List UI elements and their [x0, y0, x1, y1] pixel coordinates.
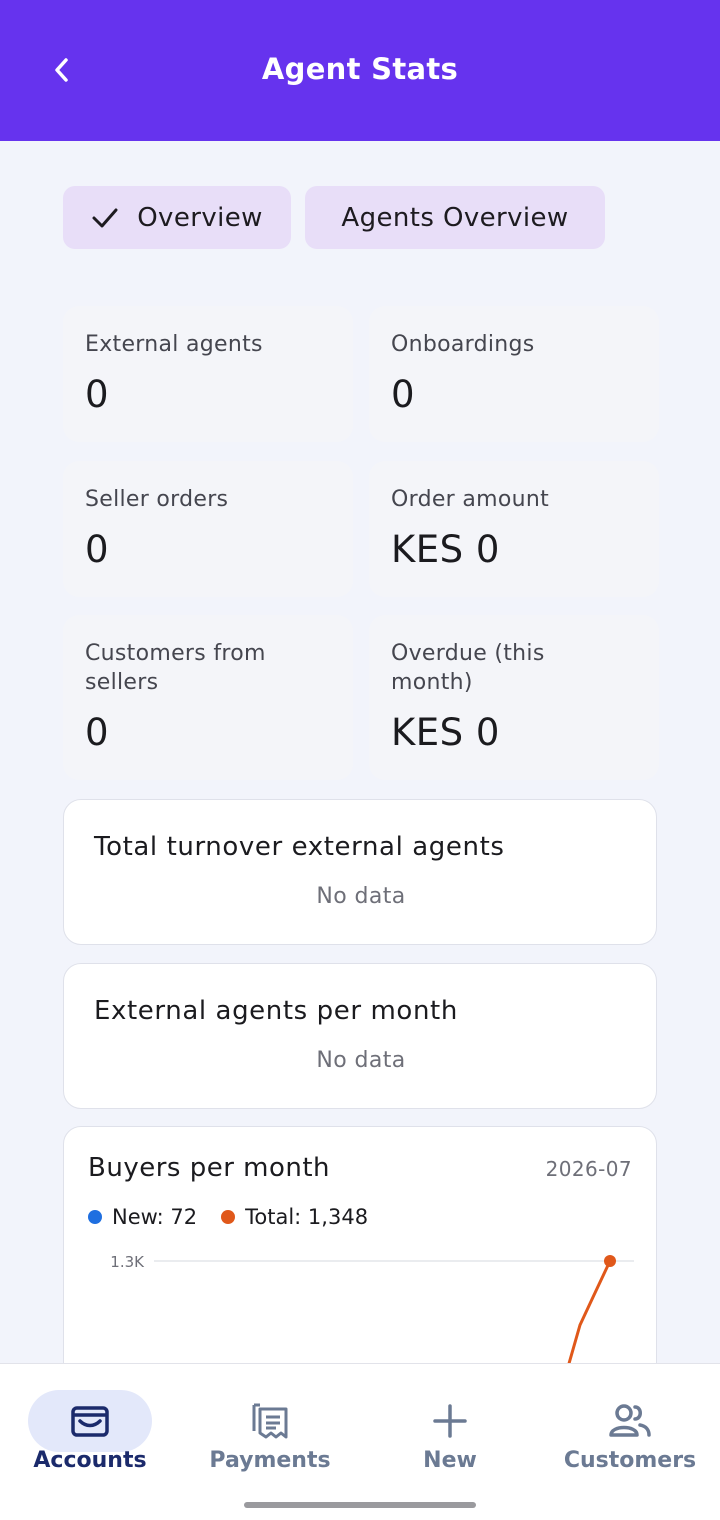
- stat-value: 0: [85, 711, 110, 754]
- page-title: Agent Stats: [261, 52, 459, 86]
- series-line-total: [566, 1259, 612, 1369]
- legend-new-label: New: 72: [112, 1205, 198, 1229]
- top-app-bar: Agent Stats: [0, 0, 720, 141]
- tab-overview[interactable]: Overview: [63, 186, 291, 249]
- stat-card-customers-from-sellers: Customers from sellers 0: [63, 615, 353, 780]
- plus-icon: [433, 1404, 467, 1438]
- stat-card-onboardings: Onboardings 0: [369, 306, 659, 442]
- nav-accounts[interactable]: Accounts: [0, 1364, 180, 1494]
- chart-period: 2026-07: [545, 1157, 632, 1181]
- wallet-icon: [71, 1406, 109, 1437]
- stat-value: 0: [391, 373, 416, 416]
- nav-icon-container: [568, 1390, 692, 1452]
- nav-new[interactable]: New: [360, 1364, 540, 1494]
- legend-item-new: New: 72: [88, 1205, 197, 1229]
- chart-title: Buyers per month: [88, 1153, 331, 1183]
- stat-label: Onboardings: [391, 332, 535, 357]
- legend-item-total: Total: 1,348: [221, 1205, 368, 1229]
- check-icon: [91, 207, 119, 229]
- legend-total-label: Total: 1,348: [245, 1205, 369, 1229]
- stat-card-seller-orders: Seller orders 0: [63, 461, 353, 597]
- stat-value: 0: [85, 528, 110, 571]
- turnover-card: Total turnover external agents No data: [63, 799, 657, 945]
- stat-card-overdue: Overdue (this month) KES 0: [369, 615, 659, 780]
- card-title: Total turnover external agents: [94, 832, 505, 862]
- no-data-text: No data: [316, 884, 406, 909]
- card-title: External agents per month: [94, 996, 458, 1026]
- nav-customers[interactable]: Customers: [540, 1364, 720, 1494]
- tab-agents-overview-label: Agents Overview: [341, 202, 569, 233]
- nav-icon-container: [208, 1390, 332, 1452]
- no-data-text: No data: [316, 1048, 406, 1073]
- home-indicator[interactable]: [244, 1502, 476, 1508]
- data-point-total: [604, 1255, 616, 1267]
- nav-payments-label: Payments: [209, 1448, 331, 1473]
- stat-value: 0: [85, 373, 110, 416]
- tab-agents-overview[interactable]: Agents Overview: [305, 186, 605, 249]
- nav-new-label: New: [423, 1448, 477, 1473]
- people-icon: [609, 1404, 651, 1437]
- bottom-navigation: Accounts Payments New Customers: [0, 1363, 720, 1520]
- stat-label: External agents: [85, 332, 263, 357]
- stat-label: Seller orders: [85, 487, 229, 512]
- stat-label: Customers from sellers: [85, 641, 266, 695]
- chart-legend: New: 72 Total: 1,348: [88, 1205, 392, 1229]
- stat-card-external-agents: External agents 0: [63, 306, 353, 442]
- stat-label: Overdue (this month): [391, 641, 545, 695]
- nav-payments[interactable]: Payments: [180, 1364, 360, 1494]
- stat-card-order-amount: Order amount KES 0: [369, 461, 659, 597]
- nav-indicator: [28, 1390, 152, 1452]
- receipt-icon: [252, 1403, 288, 1439]
- stat-value: KES 0: [391, 711, 500, 754]
- tab-overview-label: Overview: [137, 202, 263, 233]
- nav-icon-container: [388, 1390, 512, 1452]
- y-tick-label: 1.3K: [110, 1253, 145, 1271]
- legend-dot-new: [88, 1210, 102, 1224]
- stat-label: Order amount: [391, 487, 549, 512]
- stat-value: KES 0: [391, 528, 500, 571]
- agents-per-month-card: External agents per month No data: [63, 963, 657, 1109]
- legend-dot-total: [221, 1210, 236, 1224]
- nav-accounts-label: Accounts: [33, 1448, 147, 1473]
- nav-customers-label: Customers: [563, 1448, 697, 1473]
